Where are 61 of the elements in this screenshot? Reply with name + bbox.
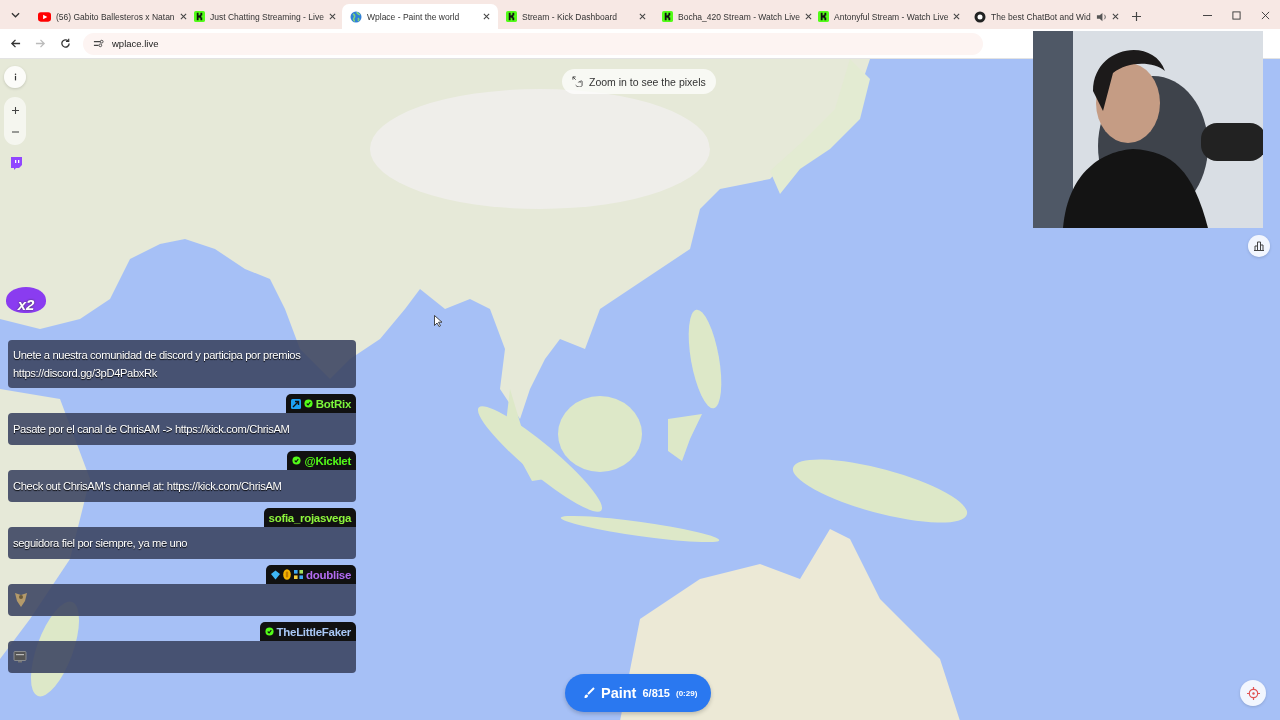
monitor-icon xyxy=(13,651,27,663)
browser-tab[interactable]: Stream - Kick Dashboard xyxy=(498,4,654,29)
username[interactable]: BotRix xyxy=(315,397,351,410)
username[interactable]: doublise xyxy=(306,568,351,581)
grid-badge-icon xyxy=(294,570,304,579)
square-logo-icon xyxy=(194,11,205,22)
message-text: seguidora fiel por siempre, ya me uno xyxy=(13,536,188,551)
message-text: Check out ChrisAM's channel at: https://kick.com/ChrisAM xyxy=(13,479,282,494)
winged-figure-icon xyxy=(13,592,29,608)
info-icon xyxy=(13,73,17,81)
new-tab-button[interactable] xyxy=(1130,10,1143,23)
message-text: Pasate por el canal de ChrisAM -> https://kick.com/ChrisAM xyxy=(13,422,290,437)
check-badge-icon xyxy=(303,399,313,408)
check-badge-icon xyxy=(292,456,302,465)
chat-bubble-icon xyxy=(10,157,22,170)
browser-tab[interactable]: The best ChatBot and Wid xyxy=(966,4,1122,29)
square-logo-icon xyxy=(662,11,673,22)
brush-icon xyxy=(583,687,595,699)
circle-logo-icon xyxy=(974,10,986,23)
cursor-icon xyxy=(434,315,442,327)
check-badge-icon xyxy=(264,627,274,636)
square-logo-icon xyxy=(506,11,517,22)
paint-button[interactable]: Paint 6/815 (0:29) xyxy=(565,674,712,712)
play-icon xyxy=(38,11,51,22)
close-icon xyxy=(483,13,490,20)
message-text: Unete a nuestra comunidad de discord y participa por premios https://discord.gg/3pD4PabxRk xyxy=(13,348,302,381)
browser-tab[interactable]: Just Chatting Streaming - Live xyxy=(186,4,342,29)
bot-badge-icon xyxy=(290,398,301,409)
back-arrow-icon xyxy=(10,38,21,49)
close-icon xyxy=(953,13,961,20)
username[interactable]: sofia_rojasvega xyxy=(268,511,351,524)
close-icon xyxy=(1111,13,1119,20)
close-icon xyxy=(179,13,187,20)
globe-icon xyxy=(350,10,362,23)
close-icon xyxy=(1261,11,1270,20)
crosshair-icon xyxy=(1246,686,1260,700)
username[interactable]: TheLittleFaker xyxy=(276,625,351,638)
pinch-zoom-icon xyxy=(572,76,583,87)
browser-tab[interactable]: Antonyful Stream - Watch Live xyxy=(810,4,966,29)
url-field[interactable]: wplace.live xyxy=(83,32,983,55)
zoom-hint: Zoom in to see the pixels xyxy=(562,69,716,94)
coin-badge-icon xyxy=(283,569,292,580)
reload-button[interactable] xyxy=(58,36,73,51)
reload-icon xyxy=(60,38,71,49)
forward-arrow-icon xyxy=(35,38,46,49)
site-settings-icon xyxy=(93,38,104,49)
browser-tab[interactable]: Wplace - Paint the world xyxy=(342,4,498,29)
browser-tab[interactable]: (56) Gabito Ballesteros x Natan xyxy=(30,4,186,29)
chevron-down-icon xyxy=(10,12,20,18)
square-logo-icon xyxy=(818,11,829,22)
close-icon xyxy=(639,13,646,20)
gem-badge-icon xyxy=(271,569,281,580)
plus-icon xyxy=(11,106,19,114)
maximize-icon xyxy=(1232,11,1241,20)
username[interactable]: @Kicklet xyxy=(304,454,351,467)
plus-icon xyxy=(1132,12,1141,21)
close-icon xyxy=(328,13,336,20)
minus-icon xyxy=(11,131,19,133)
close-icon xyxy=(805,13,813,20)
bar-chart-icon xyxy=(1254,241,1264,251)
browser-tab[interactable]: Bocha_420 Stream - Watch Live xyxy=(654,4,810,29)
